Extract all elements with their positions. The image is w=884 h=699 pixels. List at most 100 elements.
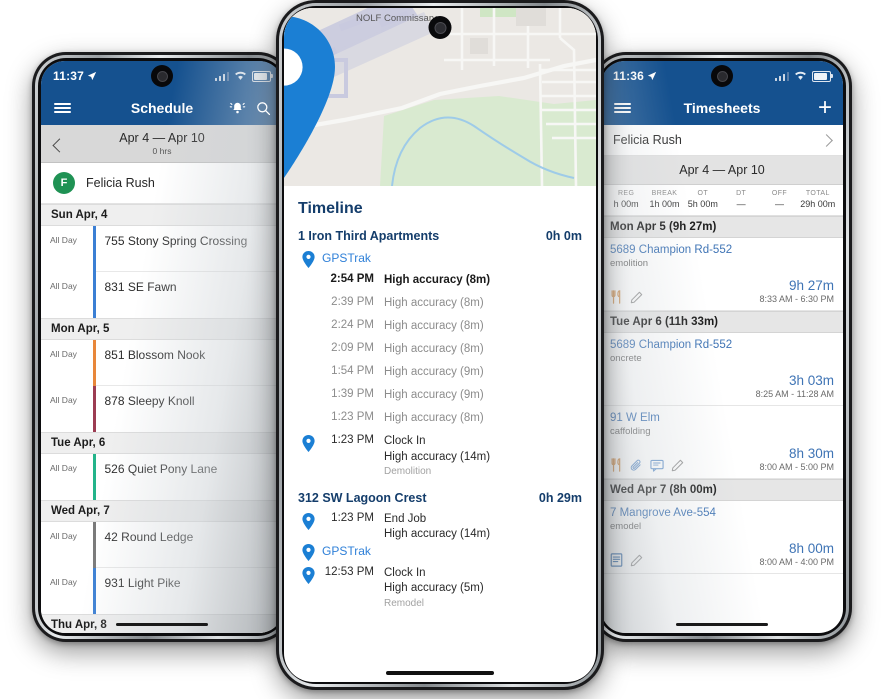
timesheet-cost-code: emodel [610, 521, 642, 532]
day-group-header: Wed Apr, 7 [41, 500, 283, 522]
gps-source-label[interactable]: GPSTrak [322, 543, 371, 558]
timesheet-stats: REG h 00m BREAK 1h 00m OT 5h 00m DT — OFF — TOTAL 2… [601, 185, 843, 216]
person-row[interactable]: F Felicia Rush [41, 163, 283, 204]
timesheet-entry-footer: 9h 27m 8:33 AM - 6:30 PM [610, 278, 834, 304]
timesheet-person-row[interactable]: Felicia Rush [601, 125, 843, 156]
wifi-icon [795, 71, 806, 80]
status-time: 11:36 [613, 69, 645, 83]
gps-source-label[interactable]: GPSTrak [322, 250, 371, 265]
timeline-item-time: 2:39 PM [331, 296, 374, 308]
stat-key: OFF [771, 190, 788, 197]
stat-key: TOTAL [805, 190, 830, 197]
timesheet-time-range: 8:33 AM - 6:30 PM [759, 294, 834, 304]
wifi-icon [235, 71, 246, 80]
schedule-row[interactable]: All Day 526 Quiet Pony Lane [41, 454, 283, 500]
left-app-bar: Schedule [41, 91, 283, 125]
timeline-item[interactable]: 2:09 PM High accuracy (8m) [298, 342, 582, 365]
timesheet-time-range: 8:25 AM - 11:28 AM [755, 389, 834, 399]
avatar: F [53, 172, 75, 194]
timeline-item[interactable]: 2:24 PM High accuracy (8m) [298, 319, 582, 342]
timeline-item-body: High accuracy (9m) [384, 365, 582, 381]
pencil-icon[interactable] [671, 459, 684, 472]
timeline-item[interactable]: 1:54 PM High accuracy (9m) [298, 365, 582, 388]
schedule-row-title: 526 Quiet Pony Lane [104, 462, 218, 476]
plus-icon[interactable]: + [818, 96, 832, 120]
schedule-row[interactable]: All Day 851 Blossom Nook [41, 340, 283, 386]
pencil-icon[interactable] [630, 554, 643, 567]
timeline-item[interactable]: 1:23 PM High accuracy (8m) [298, 411, 582, 434]
timesheet-duration: 3h 03m [788, 373, 834, 388]
schedule-row-time: All Day [50, 281, 77, 291]
timeline-item-accuracy: High accuracy (14m) [384, 450, 491, 463]
timesheet-entry[interactable]: 5689 Champion Rd-552 emolition 9h 27m 8:33 … [601, 238, 843, 311]
schedule-row[interactable]: All Day 831 SE Fawn [41, 272, 283, 318]
timesheet-entry[interactable]: 91 W Elm caffolding 8h 30m 8:00 AM - 5:00 P… [601, 406, 843, 479]
home-indicator [676, 622, 768, 626]
timeline-item-body: High accuracy (8m) [384, 342, 582, 358]
schedule-list[interactable]: Sun Apr, 4 All Day 755 Stony Spring Crossi… [41, 204, 283, 633]
timesheet-day-header: Tue Apr 6 (11h 33m) [601, 311, 843, 333]
timeline-job-header[interactable]: 312 SW Lagoon Crest 0h 29m [298, 491, 582, 505]
battery-icon [812, 70, 833, 82]
week-range: Apr 4 — Apr 10 [119, 131, 205, 145]
timeline-item[interactable]: 2:54 PM High accuracy (8m) [298, 273, 582, 296]
timeline-item-body: Clock In High accuracy (14m) Demolition [384, 434, 582, 479]
camera-notch [151, 65, 173, 87]
meal-icon[interactable] [610, 458, 623, 472]
timesheet-cost-code: emolition [610, 258, 649, 269]
timeline-item-time: 1:23 PM [331, 434, 374, 446]
bell-icon[interactable] [229, 100, 246, 117]
schedule-row-title: 42 Round Ledge [95, 522, 283, 568]
signal-icon [774, 71, 789, 81]
pencil-icon[interactable] [630, 291, 643, 304]
timesheet-entry-icons [610, 290, 643, 304]
screenshot-stage: 11:37 Schedule Apr 4 — Apr 10 0 hrs F Fe… [0, 0, 884, 699]
timesheet-week-range[interactable]: Apr 4 — Apr 10 [601, 156, 843, 185]
timeline-item[interactable]: 12:53 PM Clock In High accuracy (5m) Remode… [298, 566, 582, 611]
meal-icon[interactable] [610, 290, 623, 304]
timeline-item[interactable]: 1:23 PM End Job High accuracy (14m) [298, 512, 582, 543]
timeline-item[interactable]: GPSTrak [298, 543, 582, 566]
map-pin-icon[interactable] [284, 8, 440, 186]
phone-center-timeline: NOLF Commissary g Landing al Beach Timel… [276, 0, 604, 690]
stat-value: — [774, 199, 784, 209]
timesheet-entry-totals: 3h 03m 8:25 AM - 11:28 AM [756, 373, 834, 399]
stat-key: BREAK [651, 190, 678, 197]
search-icon[interactable] [255, 100, 272, 117]
timesheet-entry-icons [610, 458, 684, 472]
timeline-heading: Timeline [298, 200, 363, 217]
timeline-item[interactable]: 2:39 PM High accuracy (8m) [298, 296, 582, 319]
paperclip-icon[interactable] [630, 459, 643, 472]
timeline-item[interactable]: GPSTrak [298, 250, 582, 273]
timeline-job-name: 312 SW Lagoon Crest [298, 490, 427, 505]
home-indicator [386, 671, 494, 675]
schedule-row[interactable]: All Day 878 Sleepy Knoll [41, 386, 283, 432]
map-view[interactable]: NOLF Commissary g Landing al Beach [284, 8, 596, 186]
timeline-item[interactable]: 1:39 PM High accuracy (9m) [298, 388, 582, 411]
timesheet-list[interactable]: Mon Apr 5 (9h 27m) 5689 Champion Rd-552 em… [601, 216, 843, 633]
timeline-job-header[interactable]: 1 Iron Third Apartments 0h 0m [298, 229, 582, 243]
schedule-row[interactable]: All Day 931 Light Pike [41, 568, 283, 614]
comment-icon[interactable] [650, 459, 664, 472]
left-screen: 11:37 Schedule Apr 4 — Apr 10 0 hrs F Fe… [41, 61, 283, 633]
week-navigator[interactable]: Apr 4 — Apr 10 0 hrs [41, 125, 283, 163]
timesheet-address: 5689 Champion Rd-552 [610, 244, 733, 256]
stat-key: OT [697, 190, 709, 197]
stat-value: 29h 00m [800, 199, 836, 209]
timesheet-time-range: 8:00 AM - 5:00 PM [759, 462, 834, 472]
timeline-item[interactable]: 1:23 PM Clock In High accuracy (14m) Demoli… [298, 434, 582, 479]
schedule-row-title: 931 Light Pike [104, 576, 181, 590]
timeline-item-text: High accuracy (9m) [384, 366, 484, 378]
timeline-item-time: 1:23 PM [331, 411, 374, 423]
timeline-item-costcode: Remodel [384, 597, 425, 609]
battery-icon [252, 70, 273, 82]
notes-icon[interactable] [610, 553, 623, 567]
stat-cell: BREAK 1h 00m [645, 190, 683, 209]
schedule-row[interactable]: All Day 755 Stony Spring Crossing [41, 226, 283, 272]
timesheet-entry[interactable]: 7 Mangrove Ave-554 emodel 8h 00m 8:00 AM - … [601, 501, 843, 574]
timesheet-address: 91 W Elm [610, 412, 660, 424]
timesheet-entry[interactable]: 5689 Champion Rd-552 oncrete 3h 03m 8:25 AM… [601, 333, 843, 406]
timeline-jobs[interactable]: 1 Iron Third Apartments 0h 0m GPSTrak 2:54 … [298, 229, 582, 610]
timeline-pin-icon [302, 566, 315, 584]
schedule-row[interactable]: All Day 42 Round Ledge [41, 522, 283, 568]
